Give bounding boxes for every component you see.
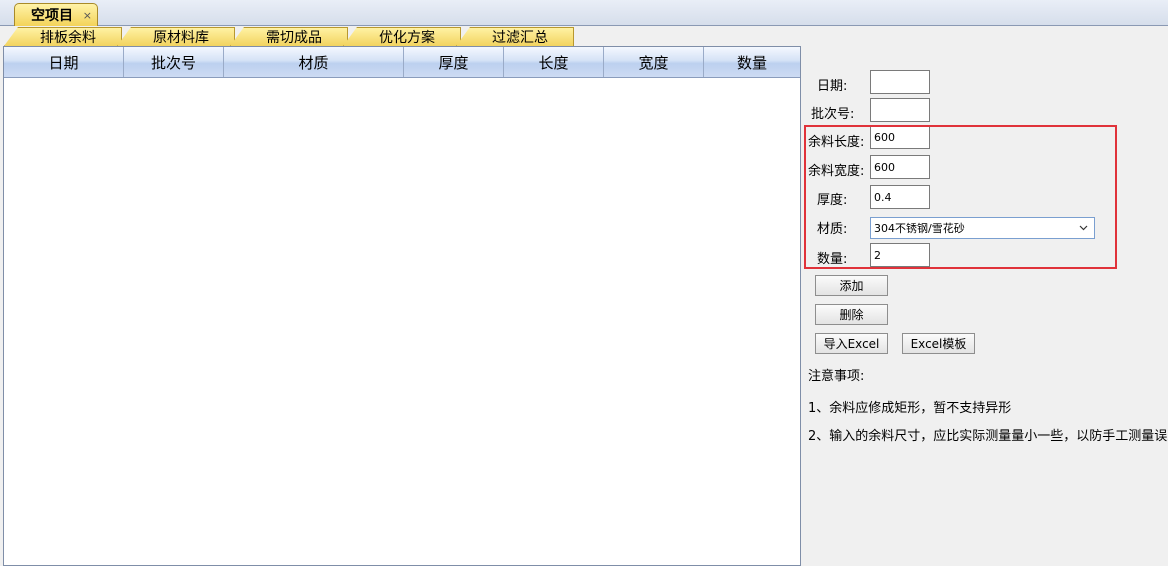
quantity-label: 数量: — [817, 252, 848, 267]
remnant-length-label: 余料长度: — [808, 135, 865, 150]
document-tab-bar: 空项目 × — [0, 0, 1168, 26]
add-button[interactable]: 添加 — [815, 275, 888, 296]
remnant-length-input[interactable] — [870, 125, 930, 149]
remnant-width-label: 余料宽度: — [808, 164, 865, 179]
note-line-1: 1、余料应修成矩形，暂不支持异形 — [808, 401, 1012, 416]
column-header-material[interactable]: 材质 — [224, 47, 404, 77]
excel-template-button[interactable]: Excel模板 — [902, 333, 975, 354]
note-line-2: 2、输入的余料尺寸，应比实际测量量小一些，以防手工测量误差 — [808, 429, 1168, 444]
tab-label: 需切成品 — [266, 30, 322, 46]
close-icon[interactable]: × — [83, 10, 92, 21]
material-label: 材质: — [817, 222, 848, 237]
notes-title: 注意事项: — [808, 369, 865, 384]
tab-label: 优化方案 — [379, 30, 435, 46]
import-excel-button[interactable]: 导入Excel — [815, 333, 888, 354]
batch-input[interactable] — [870, 98, 930, 122]
column-header-length[interactable]: 长度 — [504, 47, 604, 77]
material-select-value: 304不锈钢/雪花砂 — [874, 222, 965, 235]
tab-label: 原材料库 — [153, 30, 209, 46]
tab-optimization-plan[interactable]: 优化方案 — [343, 27, 461, 46]
delete-button[interactable]: 删除 — [815, 304, 888, 325]
tab-filter-summary[interactable]: 过滤汇总 — [456, 27, 574, 46]
column-header-date[interactable]: 日期 — [4, 47, 124, 77]
grid-header: 日期 批次号 材质 厚度 长度 宽度 数量 — [4, 47, 800, 78]
chevron-down-icon — [1079, 225, 1088, 231]
quantity-input[interactable] — [870, 243, 930, 267]
date-label: 日期: — [817, 79, 848, 94]
remnant-grid[interactable]: 日期 批次号 材质 厚度 长度 宽度 数量 — [3, 46, 801, 566]
remnant-width-input[interactable] — [870, 155, 930, 179]
thickness-label: 厚度: — [817, 193, 848, 208]
tab-label: 过滤汇总 — [492, 30, 548, 46]
column-header-width[interactable]: 宽度 — [604, 47, 704, 77]
document-tab-empty-project[interactable]: 空项目 × — [14, 3, 98, 26]
tab-cut-products[interactable]: 需切成品 — [230, 27, 348, 46]
tab-label: 排板余料 — [40, 30, 96, 46]
document-tab-label: 空项目 — [31, 8, 73, 24]
tab-raw-material[interactable]: 原材料库 — [117, 27, 235, 46]
sub-tab-bar: 排板余料 原材料库 需切成品 优化方案 过滤汇总 — [0, 26, 1168, 46]
column-header-quantity[interactable]: 数量 — [704, 47, 800, 77]
column-header-thickness[interactable]: 厚度 — [404, 47, 504, 77]
thickness-input[interactable] — [870, 185, 930, 209]
tab-layout-remnant[interactable]: 排板余料 — [4, 27, 122, 46]
date-input[interactable] — [870, 70, 930, 94]
material-select[interactable]: 304不锈钢/雪花砂 — [870, 217, 1095, 239]
batch-label: 批次号: — [811, 107, 855, 122]
column-header-batch[interactable]: 批次号 — [124, 47, 224, 77]
